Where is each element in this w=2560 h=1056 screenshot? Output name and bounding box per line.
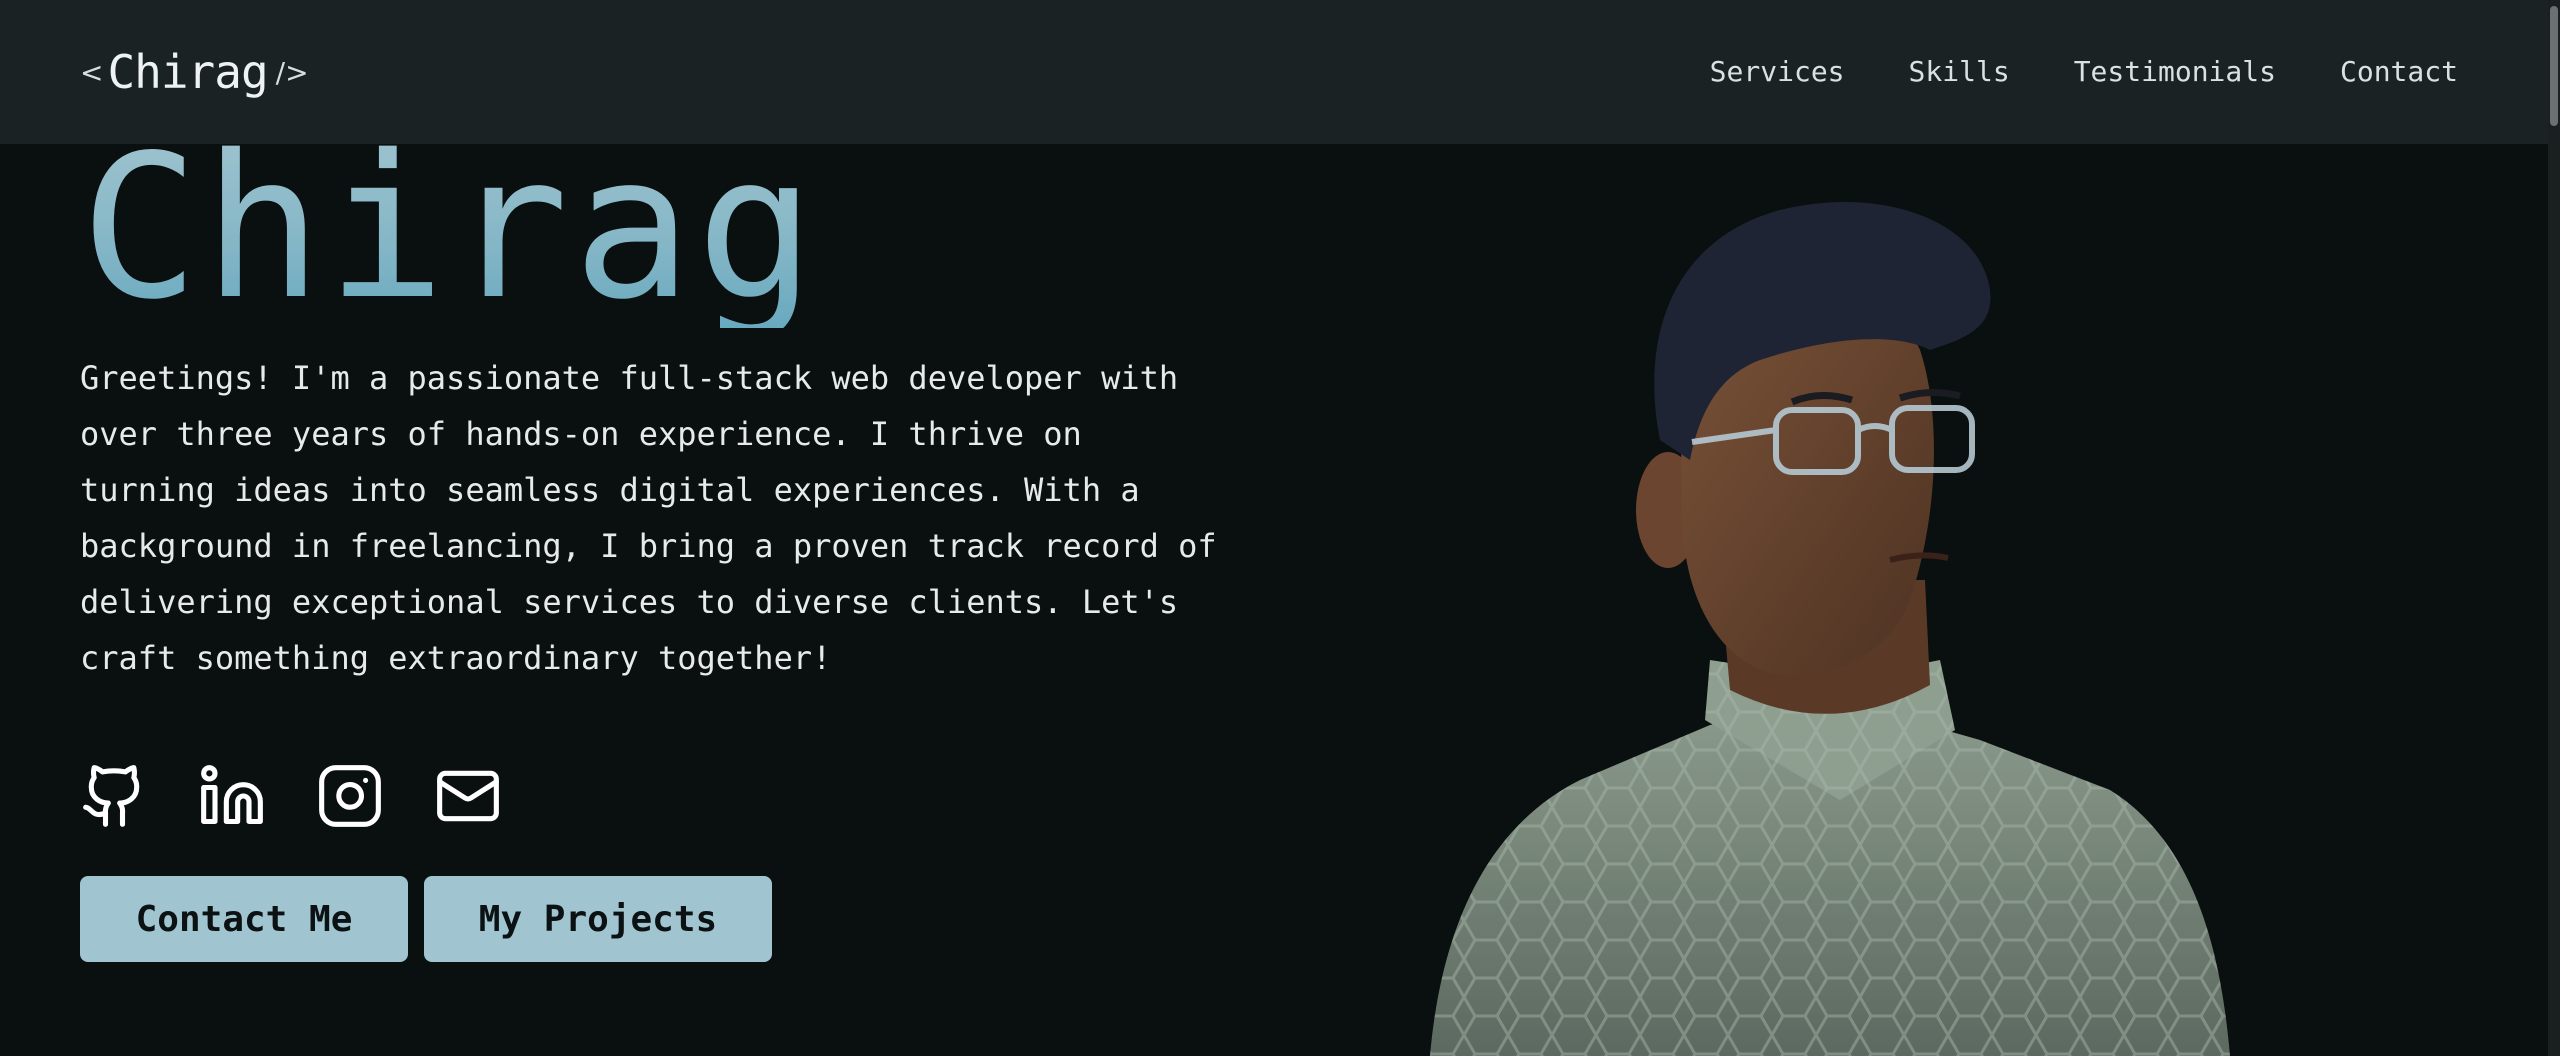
nav-link-services[interactable]: Services	[1710, 52, 1845, 92]
linkedin-icon	[201, 765, 263, 825]
github-link[interactable]	[80, 762, 148, 830]
social-links	[80, 762, 502, 830]
instagram-link[interactable]	[316, 762, 384, 830]
main-nav: Services Skills Testimonials Contact	[1710, 52, 2458, 92]
logo-link[interactable]: < Chirag />	[80, 44, 309, 100]
hero-buttons: Contact Me My Projects	[80, 876, 772, 962]
hero-title: Chirag	[80, 112, 820, 343]
nav-link-contact[interactable]: Contact	[2340, 52, 2458, 92]
contact-me-button[interactable]: Contact Me	[80, 876, 408, 962]
logo-open-bracket: <	[80, 55, 104, 89]
linkedin-link[interactable]	[198, 762, 266, 830]
logo-close-bracket: />	[275, 55, 309, 89]
mail-link[interactable]	[434, 762, 502, 830]
instagram-icon	[319, 765, 381, 827]
scrollbar-thumb[interactable]	[2550, 6, 2558, 126]
logo-name: Chirag	[107, 45, 268, 99]
navbar: < Chirag /> Services Skills Testimonials…	[0, 0, 2548, 144]
github-icon	[83, 765, 140, 827]
my-projects-button[interactable]: My Projects	[424, 876, 772, 962]
hero-description: Greetings! I'm a passionate full-stack w…	[80, 359, 1217, 677]
nav-link-skills[interactable]: Skills	[1909, 52, 2010, 92]
nav-link-testimonials[interactable]: Testimonials	[2074, 52, 2276, 92]
scrollbar[interactable]	[2548, 0, 2560, 1056]
profile-photo	[1430, 201, 2230, 1056]
page: < Chirag /> Services Skills Testimonials…	[0, 0, 2560, 1056]
mail-icon	[437, 770, 499, 822]
